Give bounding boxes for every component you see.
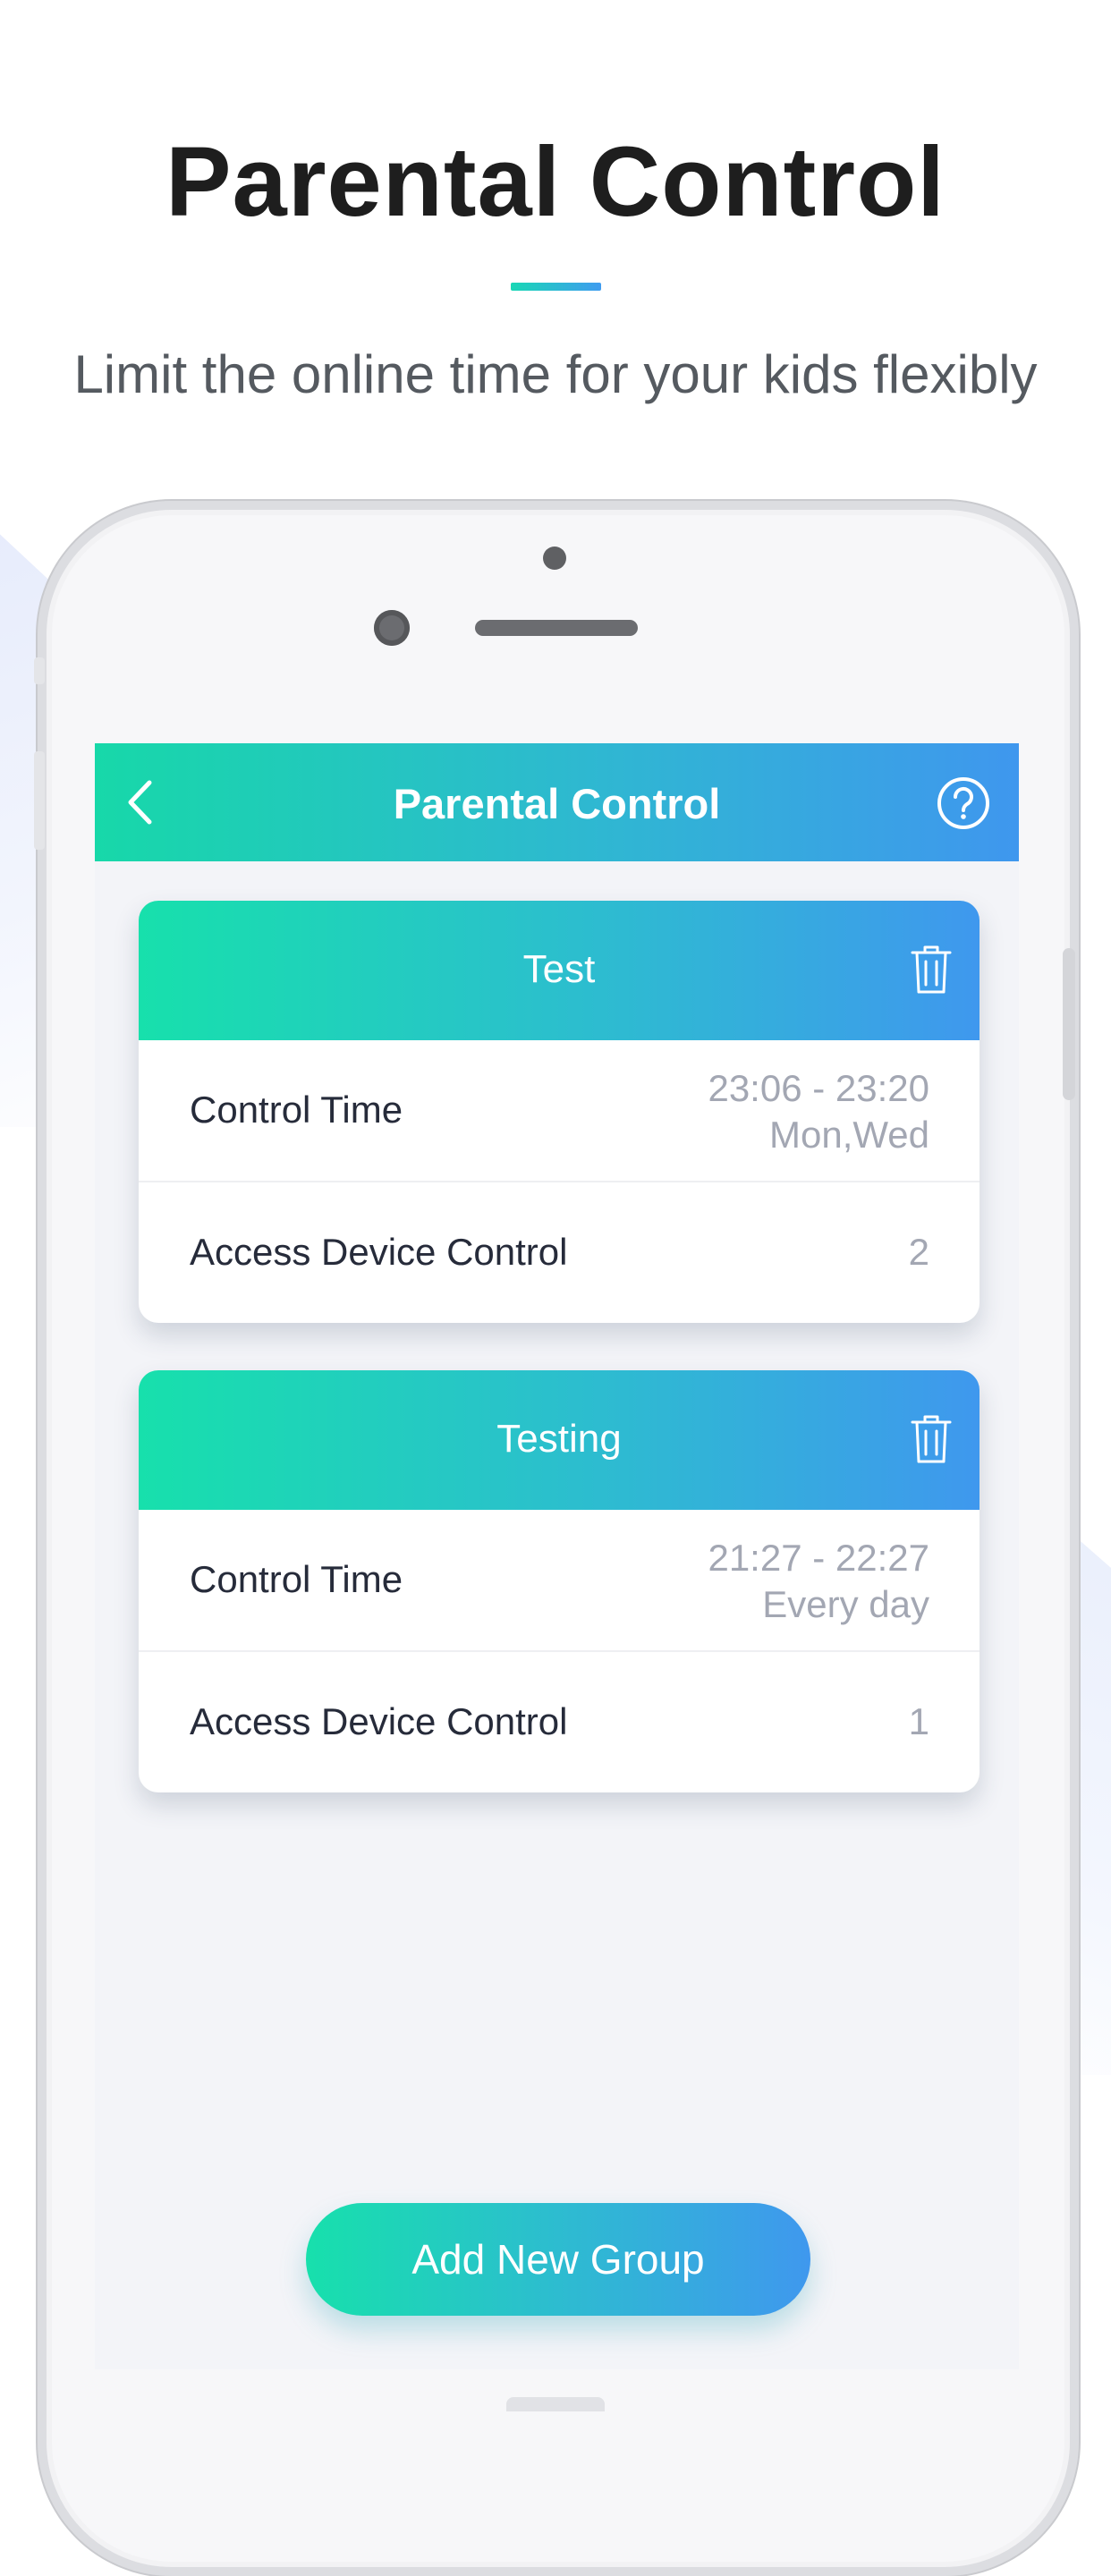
home-button-top [506, 2397, 605, 2411]
phone-mute-switch [34, 657, 45, 684]
control-time-range: 21:27 - 22:27 [708, 1537, 929, 1579]
control-time-days: Every day [762, 1583, 929, 1625]
front-camera [374, 610, 410, 646]
proximity-sensor [543, 547, 566, 570]
group-name: Testing [496, 1417, 622, 1461]
control-time-row[interactable]: Control Time 23:06 - 23:20 Mon,Wed [139, 1040, 980, 1182]
phone-power-button [1063, 948, 1075, 1100]
control-time-value: 21:27 - 22:27 Every day [708, 1535, 929, 1628]
trash-icon [911, 945, 952, 994]
navigation-bar: Parental Control [95, 743, 1019, 861]
app-screen: Parental Control Test Control Time 23:06… [95, 743, 1019, 2369]
group-name: Test [522, 947, 596, 991]
device-count: 1 [908, 1700, 929, 1742]
hero-title: Parental Control [165, 127, 946, 237]
device-count: 2 [908, 1231, 929, 1273]
control-time-row[interactable]: Control Time 21:27 - 22:27 Every day [139, 1510, 980, 1652]
delete-group-button[interactable] [910, 944, 953, 996]
question-circle-icon [937, 777, 989, 829]
access-device-row[interactable]: Access Device Control 2 [139, 1182, 980, 1323]
delete-group-button[interactable] [910, 1413, 953, 1465]
control-time-days: Mon,Wed [769, 1114, 929, 1156]
add-new-group-button[interactable]: Add New Group [306, 2203, 810, 2316]
group-card: Testing Control Time 21:27 - 22:27 Every… [139, 1370, 980, 1792]
control-time-value: 23:06 - 23:20 Mon,Wed [708, 1065, 929, 1158]
group-card: Test Control Time 23:06 - 23:20 Mon,Wed … [139, 901, 980, 1323]
group-card-header[interactable]: Test [139, 901, 980, 1040]
row-label: Access Device Control [190, 1700, 568, 1742]
row-label: Control Time [190, 1089, 403, 1131]
hero-subtitle: Limit the online time for your kids flex… [73, 344, 1038, 404]
row-label: Control Time [190, 1558, 403, 1600]
row-label: Access Device Control [190, 1231, 568, 1273]
help-button[interactable] [936, 775, 991, 831]
access-device-row[interactable]: Access Device Control 1 [139, 1652, 980, 1792]
control-time-range: 23:06 - 23:20 [708, 1067, 929, 1109]
hero-accent-line [511, 283, 601, 291]
group-card-header[interactable]: Testing [139, 1370, 980, 1510]
nav-title: Parental Control [393, 780, 721, 827]
phone-volume-button [34, 751, 45, 850]
trash-icon [911, 1415, 952, 1463]
earpiece-speaker [475, 620, 638, 636]
